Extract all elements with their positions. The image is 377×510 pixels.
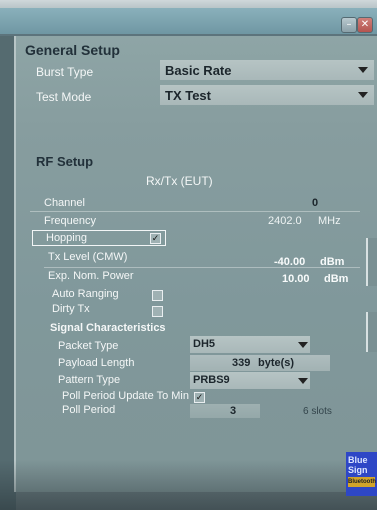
minimize-icon[interactable]: – [341,17,357,33]
packet-type-dropdown[interactable]: DH5 [190,336,310,353]
poll-period-update-label: Poll Period Update To Min [62,390,189,402]
signal-characteristics-title: Signal Characteristics [50,322,166,334]
exp-nom-power-unit: dBm [324,273,349,285]
rf-setup-subtitle: Rx/Tx (EUT) [146,174,213,188]
test-mode-label: Test Mode [36,90,92,104]
chevron-down-icon [358,92,368,98]
hopping-checkbox[interactable]: ✓ [150,233,161,244]
pattern-type-dropdown[interactable]: PRBS9 [190,372,310,389]
channel-value[interactable]: 0 [312,197,318,209]
close-icon[interactable]: ✕ [357,17,373,33]
channel-label: Channel [44,197,85,209]
hopping-label: Hopping [46,232,87,244]
side-tab[interactable] [366,238,377,286]
frequency-label: Frequency [44,215,96,227]
divider [30,211,360,212]
divider [44,267,360,268]
frequency-unit: MHz [318,215,341,227]
packet-type-label: Packet Type [58,340,119,352]
badge-line-2: Sign [348,465,368,475]
burst-type-label: Burst Type [36,65,94,79]
screen: – ✕ General Setup Burst Type Basic Rate … [0,0,377,510]
payload-length-unit: byte(s) [258,357,295,369]
dirty-tx-label: Dirty Tx [52,303,90,315]
dirty-tx-checkbox[interactable] [152,306,163,317]
chevron-down-icon [358,67,368,73]
poll-period-unit: 6 slots [303,406,332,417]
chevron-down-icon [298,342,308,348]
test-mode-dropdown[interactable]: TX Test [160,85,374,105]
badge-line-1: Blue [348,455,368,465]
test-mode-value: TX Test [165,88,211,103]
general-setup-title: General Setup [25,42,120,58]
frequency-value[interactable]: 2402.0 [268,215,302,227]
packet-type-value: DH5 [193,338,216,350]
bluetooth-badge[interactable]: Blue Sign Bluetooth [346,452,377,496]
auto-ranging-label: Auto Ranging [52,288,119,300]
pattern-type-value: PRBS9 [193,374,230,386]
exp-nom-power-label: Exp. Nom. Power [48,270,134,282]
poll-period-field[interactable]: 3 [190,404,260,418]
tx-level-label: Tx Level (CMW) [48,251,128,263]
window-titlebar: – ✕ [0,8,377,34]
chevron-down-icon [298,378,308,384]
exp-nom-power-value[interactable]: 10.00 [282,273,310,285]
badge-line-3: Bluetooth [348,477,376,487]
bottom-shadow [0,460,377,510]
payload-length-field[interactable]: 339 byte(s) [190,355,330,371]
side-tab-2[interactable] [366,312,377,352]
auto-ranging-checkbox[interactable] [152,290,163,301]
poll-period-value: 3 [230,405,237,417]
payload-length-label: Payload Length [58,357,135,369]
pattern-type-label: Pattern Type [58,374,121,386]
poll-period-label: Poll Period [62,404,116,416]
burst-type-value: Basic Rate [165,63,232,78]
burst-type-dropdown[interactable]: Basic Rate [160,60,374,80]
payload-length-value: 339 [232,357,251,369]
rf-setup-title: RF Setup [36,154,94,169]
poll-period-update-checkbox[interactable]: ✓ [194,392,205,403]
